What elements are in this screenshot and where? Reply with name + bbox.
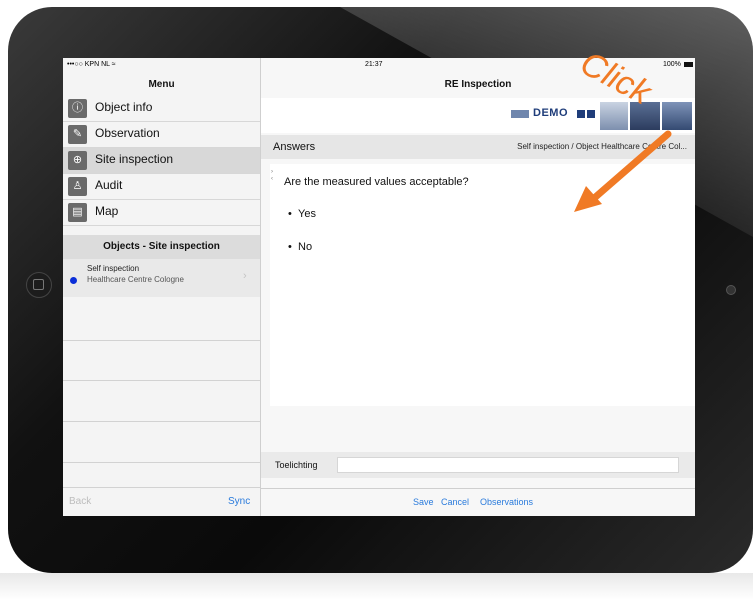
- banner-square: [587, 110, 595, 118]
- action-bar: Save Cancel Observations: [261, 488, 695, 516]
- info-icon: ⓘ: [68, 99, 87, 118]
- menu-title: Menu: [148, 79, 175, 90]
- object-list-item[interactable]: Self inspection Healthcare Centre Cologn…: [63, 259, 260, 297]
- answer-label: No: [298, 241, 313, 253]
- menu-item-audit[interactable]: ♙ Audit: [63, 174, 260, 200]
- menu-item-observation[interactable]: ✎ Observation: [63, 122, 260, 148]
- cancel-button[interactable]: Cancel: [441, 497, 469, 507]
- menu-item-label: Audit: [95, 178, 123, 192]
- pencil-icon: ✎: [68, 125, 87, 144]
- banner-square: [577, 110, 585, 118]
- banner-stripe: [511, 110, 529, 118]
- detail-panel: 21:37 100% RE Inspection DEMO Answers Se…: [261, 58, 695, 516]
- demo-logo: DEMO: [533, 107, 568, 119]
- answers-label: Answers: [273, 141, 316, 153]
- home-button-icon: [33, 279, 44, 290]
- carrier-status: •••○○ KPN NL ≈: [67, 61, 116, 68]
- camera-icon: [726, 285, 736, 295]
- floor-reflection: [0, 573, 753, 600]
- observations-button[interactable]: Observations: [480, 497, 533, 507]
- clock: 21:37: [365, 61, 383, 68]
- save-button[interactable]: Save: [413, 497, 434, 507]
- menu-item-label: Observation: [95, 126, 160, 140]
- collapse-icon[interactable]: › ‹: [271, 169, 273, 183]
- chevron-right-icon: ›: [243, 270, 247, 282]
- menu-item-label: Object info: [95, 100, 153, 114]
- list-divider: [63, 421, 260, 422]
- object-subtitle: Healthcare Centre Cologne: [87, 275, 184, 284]
- toelichting-row: Toelichting: [261, 452, 695, 478]
- sync-button[interactable]: Sync: [228, 496, 250, 507]
- object-title: Self inspection: [87, 264, 140, 273]
- battery-icon: [684, 62, 693, 67]
- back-button[interactable]: Back: [69, 496, 91, 507]
- answer-option-no[interactable]: • No: [288, 241, 312, 253]
- list-divider: [63, 380, 260, 381]
- toelichting-input[interactable]: [337, 457, 679, 473]
- menu-item-label: Map: [95, 204, 119, 218]
- battery-status: 100%: [663, 61, 681, 68]
- menu-item-object-info[interactable]: ⓘ Object info: [63, 96, 260, 122]
- answers-header: Answers Self inspection / Object Healthc…: [261, 135, 695, 159]
- audit-icon: ♙: [68, 177, 87, 196]
- banner-photo: [662, 102, 692, 130]
- question-text: Are the measured values acceptable?: [284, 176, 469, 188]
- list-divider: [63, 340, 260, 341]
- menu-item-label: Site inspection: [95, 152, 174, 166]
- banner-photo: [600, 102, 628, 130]
- objects-header: Objects - Site inspection: [63, 235, 260, 259]
- question-card: › ‹ Are the measured values acceptable? •…: [270, 164, 695, 406]
- list-divider: [63, 487, 260, 488]
- map-icon: ▤: [68, 203, 87, 222]
- object-status-dot: [70, 277, 77, 284]
- screen: •••○○ KPN NL ≈ Menu ⓘ Object info ✎ Obse…: [63, 58, 695, 516]
- menu-item-map[interactable]: ▤ Map: [63, 200, 260, 226]
- magnifier-icon: ⊕: [68, 151, 87, 170]
- menu-panel: •••○○ KPN NL ≈ Menu ⓘ Object info ✎ Obse…: [63, 58, 261, 516]
- answer-label: Yes: [298, 208, 316, 220]
- list-divider: [63, 462, 260, 463]
- breadcrumb: Self inspection / Object Healthcare Cent…: [517, 142, 687, 151]
- menu-item-site-inspection[interactable]: ⊕ Site inspection: [63, 148, 260, 174]
- toelichting-label: Toelichting: [275, 460, 318, 470]
- answer-option-yes[interactable]: • Yes: [288, 208, 316, 220]
